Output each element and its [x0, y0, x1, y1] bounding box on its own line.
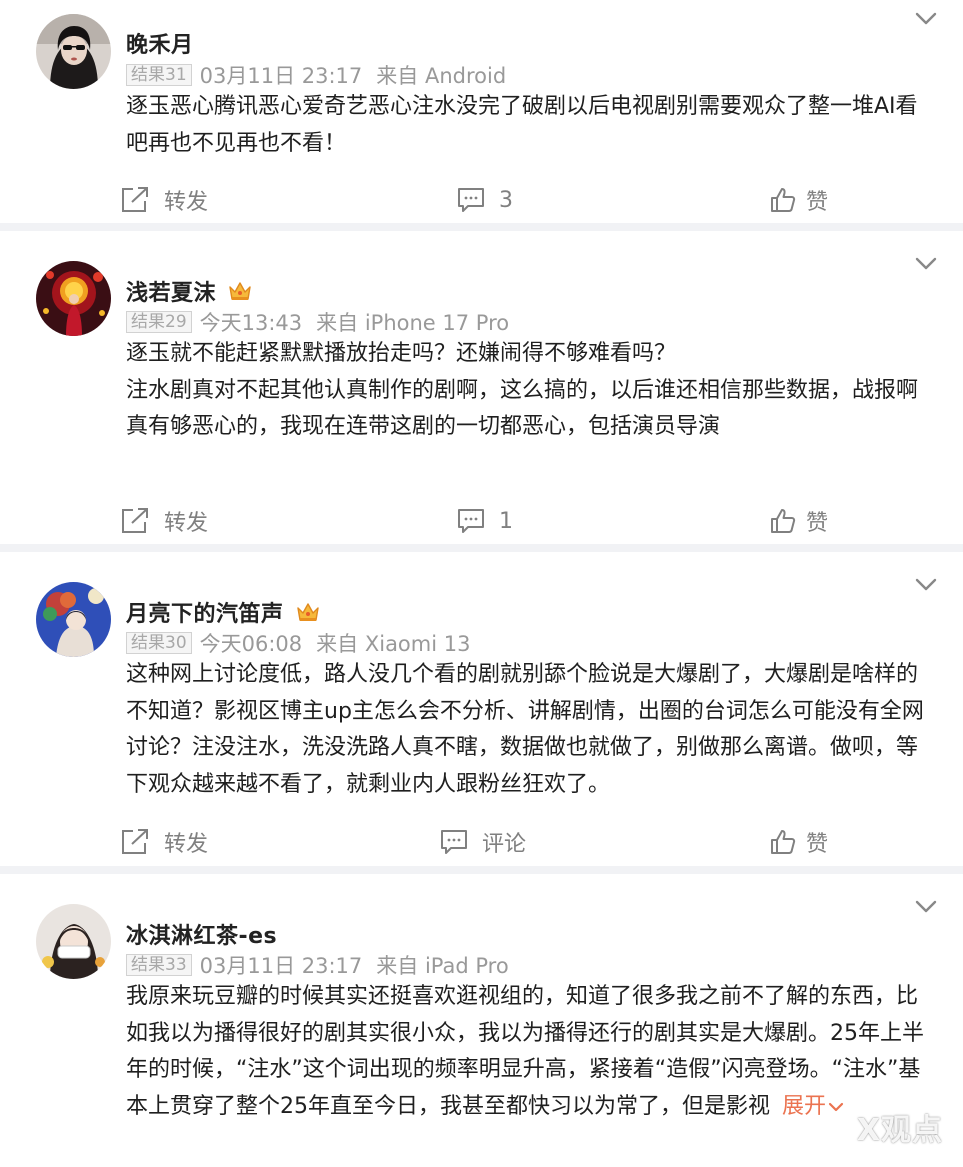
- comment-text: 逐玉恶心腾讯恶心爱奇艺恶心注水没完了破剧以后电视剧别需要观众了整一堆AI看吧再也…: [126, 89, 931, 162]
- source-device: 来自 Xiaomi 13: [316, 632, 471, 656]
- forward-button[interactable]: 转发: [120, 183, 208, 217]
- watermark: X观点: [856, 1113, 943, 1148]
- forward-label: 转发: [164, 190, 209, 215]
- comment-text: 我原来玩豆瓣的时候其实还挺喜欢逛视组的，知道了很多我之前不了解的东西，比如我以为…: [126, 979, 931, 1125]
- forward-label: 转发: [164, 511, 209, 536]
- forward-icon: [122, 508, 148, 533]
- username[interactable]: 月亮下的汽笛声: [126, 596, 284, 628]
- like-button[interactable]: 赞: [770, 825, 828, 859]
- comment-label: 评论: [482, 832, 527, 857]
- forward-button[interactable]: 转发: [120, 825, 208, 859]
- username-row: 浅若夏沫: [126, 276, 252, 306]
- comment-icon: [458, 188, 484, 212]
- like-button[interactable]: 赞: [770, 504, 828, 538]
- chevron-down-icon[interactable]: [915, 257, 937, 271]
- comment-text: 逐玉就不能赶紧默默播放抬走吗？还嫌闹得不够难看吗？ 注水剧真对不起其他认真制作的…: [126, 336, 931, 446]
- comment-icon: [458, 509, 484, 533]
- thumbs-up-icon: [771, 509, 796, 533]
- chevron-down-icon[interactable]: [915, 900, 937, 914]
- comment-button[interactable]: 1: [457, 504, 513, 538]
- timestamp: 03月11日 23:17: [199, 64, 363, 88]
- rank-badge: 结果33: [126, 954, 192, 976]
- comment-meta: 结果30 今天06:08 来自 Xiaomi 13: [126, 629, 470, 657]
- action-bar: 转发 评论 赞: [0, 825, 963, 859]
- avatar[interactable]: [36, 904, 111, 979]
- comment-meta: 结果29 今天13:43 来自 iPhone 17 Pro: [126, 308, 509, 336]
- chevron-down-icon: [828, 1102, 844, 1111]
- avatar[interactable]: [36, 261, 111, 336]
- username-row: 月亮下的汽笛声: [126, 597, 320, 627]
- source-device: 来自 Android: [376, 64, 507, 88]
- thumbs-up-icon: [771, 830, 796, 854]
- action-bar: 转发 3 赞: [0, 183, 963, 217]
- rank-badge: 结果30: [126, 632, 192, 654]
- comment-button[interactable]: 评论: [440, 825, 526, 859]
- rank-badge: 结果31: [126, 64, 192, 86]
- comment-icon: [441, 830, 467, 854]
- comment-card: 晚禾月 结果31 03月11日 23:17 来自 Android 逐玉恶心腾讯恶…: [0, 0, 963, 231]
- avatar[interactable]: [36, 582, 111, 657]
- expand-link[interactable]: 展开: [782, 1094, 844, 1119]
- forward-button[interactable]: 转发: [120, 504, 208, 538]
- forward-icon: [122, 187, 148, 212]
- comment-card: 冰淇淋红茶-es 结果33 03月11日 23:17 来自 iPad Pro 我…: [0, 874, 963, 1167]
- chevron-down-icon[interactable]: [915, 578, 937, 592]
- source-device: 来自 iPhone 17 Pro: [316, 311, 510, 335]
- comment-count: 1: [499, 508, 513, 534]
- comment-paragraph: 逐玉恶心腾讯恶心爱奇艺恶心注水没完了破剧以后电视剧别需要观众了整一堆AI看吧再也…: [126, 94, 918, 156]
- crown-icon: [296, 601, 320, 623]
- like-label: 赞: [806, 832, 829, 857]
- forward-icon: [122, 829, 148, 854]
- rank-badge: 结果29: [126, 311, 192, 333]
- source-device: 来自 iPad Pro: [376, 954, 509, 978]
- comment-card: 浅若夏沫 结果29 今天13:43 来自 iPhone 17 Pro 逐玉就不能…: [0, 231, 963, 552]
- timestamp: 今天06:08: [199, 632, 303, 656]
- comment-count: 3: [499, 187, 513, 213]
- comment-feed: 晚禾月 结果31 03月11日 23:17 来自 Android 逐玉恶心腾讯恶…: [0, 0, 963, 1167]
- username[interactable]: 晚禾月: [126, 27, 194, 59]
- username[interactable]: 浅若夏沫: [126, 275, 216, 307]
- timestamp: 03月11日 23:17: [199, 954, 363, 978]
- like-button[interactable]: 赞: [770, 183, 828, 217]
- expand-label: 展开: [782, 1093, 827, 1119]
- crown-icon: [228, 280, 252, 302]
- comment-paragraph: 注水剧真对不起其他认真制作的剧啊，这么搞的，以后谁还相信那些数据，战报啊: [126, 377, 919, 403]
- chevron-down-icon[interactable]: [915, 12, 937, 26]
- username-row: 冰淇淋红茶-es: [126, 919, 277, 949]
- like-label: 赞: [806, 511, 829, 536]
- comment-text: 这种网上讨论度低，路人没几个看的剧就别舔个脸说是大爆剧了，大爆剧是啥样的不知道？…: [126, 657, 931, 803]
- timestamp: 今天13:43: [199, 311, 303, 335]
- action-bar: 转发 1 赞: [0, 504, 963, 538]
- username[interactable]: 冰淇淋红茶-es: [126, 918, 277, 950]
- comment-meta: 结果33 03月11日 23:17 来自 iPad Pro: [126, 951, 509, 979]
- comment-card: 月亮下的汽笛声 结果30 今天06:08 来自 Xiaomi 13 这种网上讨论…: [0, 552, 963, 874]
- like-label: 赞: [806, 190, 829, 215]
- avatar[interactable]: [36, 14, 111, 89]
- comment-paragraph: 逐玉就不能赶紧默默播放抬走吗？还嫌闹得不够难看吗？: [126, 341, 677, 366]
- comment-meta: 结果31 03月11日 23:17 来自 Android: [126, 61, 506, 89]
- comment-paragraph: 我原来玩豆瓣的时候其实还挺喜欢逛视组的，知道了很多我之前不了解的东西，比如我以为…: [126, 979, 931, 1125]
- username-row: 晚禾月: [126, 28, 194, 58]
- comment-paragraph: 真有够恶心的，我现在连带这剧的一切都恶心，包括演员导演: [126, 414, 721, 439]
- comment-button[interactable]: 3: [457, 183, 513, 217]
- comment-paragraph: 这种网上讨论度低，路人没几个看的剧就别舔个脸说是大爆剧了，大爆剧是啥样的不知道？…: [126, 662, 924, 797]
- forward-label: 转发: [164, 832, 209, 857]
- thumbs-up-icon: [771, 188, 796, 212]
